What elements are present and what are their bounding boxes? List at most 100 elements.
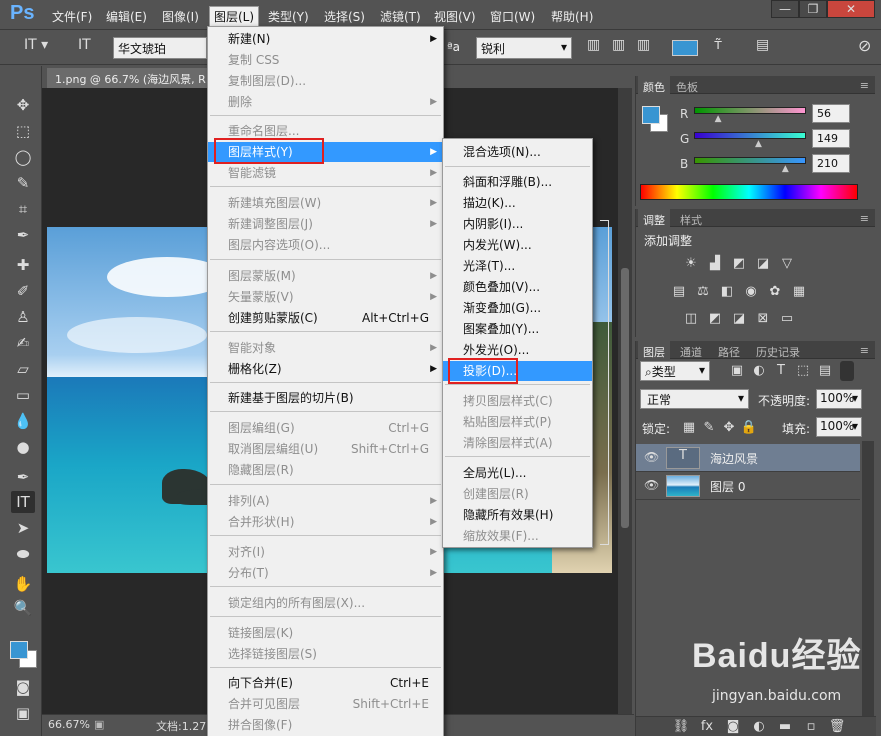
menu-item-layer-content-options[interactable]: 图层内容选项(O)... [208,235,443,255]
menu-item-new-adjustment-layer[interactable]: 新建调整图层(J) ▶ [208,214,443,234]
menu-item-new[interactable]: 新建(N) ▶ [208,29,443,49]
lock-transparent-icon[interactable]: ▦ [680,420,698,436]
menu-item-align[interactable]: 对齐(I) ▶ [208,542,443,562]
fill-input[interactable]: 100% ▾ [816,417,862,437]
filter-pixel-icon[interactable]: ▣ [728,363,746,379]
menu-item-paste-layer-style[interactable]: 粘贴图层样式(P) [443,412,592,432]
menu-item-smart-filter[interactable]: 智能滤镜 ▶ [208,163,443,183]
levels-icon[interactable]: ▟ [706,256,724,272]
color-panel-foreground-swatch[interactable] [642,106,660,124]
menu-select[interactable]: 选择(S) [324,8,365,25]
font-family-select[interactable]: 华文琥珀 [113,37,207,59]
filter-toggle[interactable] [840,361,854,381]
type-tool-icon[interactable]: IT [11,491,35,513]
shape-tool-icon[interactable]: ⬬ [11,543,35,565]
brightness-contrast-icon[interactable]: ☀ [682,256,700,272]
r-value-input[interactable]: 56 [812,104,850,123]
cancel-icon[interactable]: ⊘ [858,36,871,55]
eye-icon[interactable]: 👁 [644,478,659,492]
menu-item-scale-effects[interactable]: 缩放效果(F)... [443,526,592,546]
tab-color[interactable]: 颜色 [638,76,670,94]
tab-styles[interactable]: 样式 [680,212,702,228]
lock-all-icon[interactable]: 🔒 [740,420,758,436]
foreground-color-swatch[interactable] [10,641,28,659]
tab-adjustments[interactable]: 调整 [638,209,670,227]
history-brush-tool-icon[interactable]: ✍ [11,332,35,354]
align-right-icon[interactable]: ▥ [637,37,650,53]
color-balance-icon[interactable]: ⚖ [694,284,712,300]
canvas-scroll-thumb[interactable] [621,268,629,528]
menu-help[interactable]: 帮助(H) [551,8,593,25]
menu-item-inner-glow[interactable]: 内发光(W)... [443,235,592,255]
menu-item-pattern-overlay[interactable]: 图案叠加(Y)... [443,319,592,339]
hue-saturation-icon[interactable]: ▤ [670,284,688,300]
channel-mixer-icon[interactable]: ✿ [766,284,784,300]
quick-select-tool-icon[interactable]: ✎ [11,172,35,194]
invert-icon[interactable]: ◫ [682,311,700,327]
threshold-icon[interactable]: ◪ [730,311,748,327]
b-value-input[interactable]: 210 [812,154,850,173]
layer-row[interactable]: 👁 T 海边风景 [636,444,860,472]
antialias-select[interactable]: 锐利 ▾ [476,37,572,59]
blend-mode-select[interactable]: 正常 ▾ [640,389,749,409]
menu-edit[interactable]: 编辑(E) [106,8,147,25]
menu-item-copy-layer-style[interactable]: 拷贝图层样式(C) [443,391,592,411]
filter-adjustment-icon[interactable]: ◐ [750,363,768,379]
screen-mode-icon[interactable]: ▣ [11,702,35,724]
align-left-icon[interactable]: ▥ [587,37,600,53]
panel-menu-icon[interactable]: ≡ [860,344,869,357]
menu-item-color-overlay[interactable]: 颜色叠加(V)... [443,277,592,297]
canvas-vertical-scrollbar[interactable] [618,88,632,714]
g-slider[interactable] [694,132,806,139]
dodge-tool-icon[interactable]: ● [11,436,35,458]
warp-text-icon[interactable]: ᴛ̃ [714,37,722,53]
menu-item-stroke[interactable]: 描边(K)... [443,193,592,213]
tab-paths[interactable]: 路径 [718,344,740,360]
crop-tool-icon[interactable]: ⌗ [11,198,35,220]
menu-item-bevel-emboss[interactable]: 斜面和浮雕(B)... [443,172,592,192]
menu-item-gradient-overlay[interactable]: 渐变叠加(G)... [443,298,592,318]
tab-layers[interactable]: 图层 [638,341,670,359]
healing-brush-tool-icon[interactable]: ✚ [11,254,35,276]
panel-menu-icon[interactable]: ≡ [860,212,869,225]
menu-item-outer-glow[interactable]: 外发光(O)... [443,340,592,360]
blur-tool-icon[interactable]: 💧 [11,410,35,432]
g-value-input[interactable]: 149 [812,129,850,148]
curves-icon[interactable]: ◩ [730,256,748,272]
toggle-text-orientation-icon[interactable]: IT [78,37,91,53]
filter-shape-icon[interactable]: ⬚ [794,363,812,379]
menu-item-new-layer-based-slice[interactable]: 新建基于图层的切片(B) [208,388,443,408]
menu-item-clear-layer-style[interactable]: 清除图层样式(A) [443,433,592,453]
menu-item-group-layers[interactable]: 图层编组(G) Ctrl+G [208,418,443,438]
posterize-icon[interactable]: ◩ [706,311,724,327]
menu-item-create-clipping-mask[interactable]: 创建剪贴蒙版(C) Alt+Ctrl+G [208,308,443,328]
color-lookup-icon[interactable]: ▦ [790,284,808,300]
menu-item-new-fill-layer[interactable]: 新建填充图层(W) ▶ [208,193,443,213]
clone-stamp-tool-icon[interactable]: ♙ [11,306,35,328]
menu-item-smart-object[interactable]: 智能对象 ▶ [208,338,443,358]
menu-item-create-layer[interactable]: 创建图层(R) [443,484,592,504]
menu-view[interactable]: 视图(V) [434,8,476,25]
minimize-button[interactable]: — [771,0,799,18]
close-button[interactable]: ✕ [827,0,875,18]
b-slider-thumb[interactable]: ▲ [782,164,789,174]
pen-tool-icon[interactable]: ✒ [11,466,35,488]
brush-tool-icon[interactable]: ✐ [11,280,35,302]
selective-color-icon[interactable]: ⊠ [754,311,772,327]
menu-item-hide-layers[interactable]: 隐藏图层(R) [208,460,443,480]
menu-item-vector-mask[interactable]: 矢量蒙版(V) ▶ [208,287,443,307]
menu-item-merge-visible[interactable]: 合并可见图层 Shift+Ctrl+E [208,694,443,714]
black-white-icon[interactable]: ◧ [718,284,736,300]
menu-item-layer-mask[interactable]: 图层蒙版(M) ▶ [208,266,443,286]
menu-item-delete[interactable]: 删除 ▶ [208,92,443,112]
photo-filter-icon[interactable]: ◉ [742,284,760,300]
tab-history[interactable]: 历史记录 [756,344,800,360]
tab-swatches[interactable]: 色板 [676,79,698,95]
menu-item-flatten-image[interactable]: 拼合图像(F) [208,715,443,735]
menu-item-merge-down[interactable]: 向下合并(E) Ctrl+E [208,673,443,693]
menu-item-duplicate-layer[interactable]: 复制图层(D)... [208,71,443,91]
vibrance-icon[interactable]: ▽ [778,256,796,272]
b-slider[interactable] [694,157,806,164]
lock-image-icon[interactable]: ✎ [700,420,718,436]
menu-item-select-linked-layers[interactable]: 选择链接图层(S) [208,644,443,664]
